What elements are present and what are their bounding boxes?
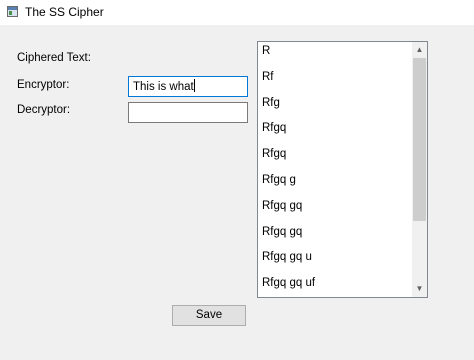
chevron-down-icon[interactable]: ▼ — [412, 281, 427, 297]
title-bar: The SS Cipher — [0, 0, 474, 25]
decryptor-input[interactable] — [128, 102, 248, 123]
ciphered-text-listbox[interactable]: R Rf Rfg Rfgq Rfgq Rfgq g Rfgq gq Rfgq g… — [257, 41, 428, 298]
app-window-icon — [7, 6, 18, 17]
list-item[interactable]: Rfgq gq uf — [258, 274, 413, 297]
decryptor-label: Decryptor: — [17, 104, 71, 116]
listbox-items: R Rf Rfg Rfgq Rfgq Rfgq g Rfgq gq Rfgq g… — [258, 42, 413, 297]
list-item[interactable]: R — [258, 42, 413, 68]
encryptor-input-value: This is what — [133, 81, 194, 93]
scrollbar-thumb[interactable] — [413, 58, 426, 221]
list-item[interactable]: Rfgq gq — [258, 223, 413, 249]
list-item[interactable]: Rfgq gq u — [258, 248, 413, 274]
encryptor-input[interactable]: This is what — [128, 76, 248, 97]
vertical-scrollbar[interactable]: ▲ ▼ — [412, 42, 427, 297]
list-item[interactable]: Rfgq g — [258, 171, 413, 197]
save-button[interactable]: Save — [172, 305, 246, 326]
list-item[interactable]: Rfg — [258, 94, 413, 120]
list-item[interactable]: Rfgq gq — [258, 197, 413, 223]
encryptor-label: Encryptor: — [17, 79, 70, 91]
ciphered-text-label: Ciphered Text: — [17, 52, 91, 64]
window-title: The SS Cipher — [25, 5, 104, 19]
list-item[interactable]: Rfgq — [258, 119, 413, 145]
chevron-up-icon[interactable]: ▲ — [412, 42, 427, 58]
list-item[interactable]: Rfgq — [258, 145, 413, 171]
text-caret — [193, 79, 195, 92]
list-item[interactable]: Rf — [258, 68, 413, 94]
